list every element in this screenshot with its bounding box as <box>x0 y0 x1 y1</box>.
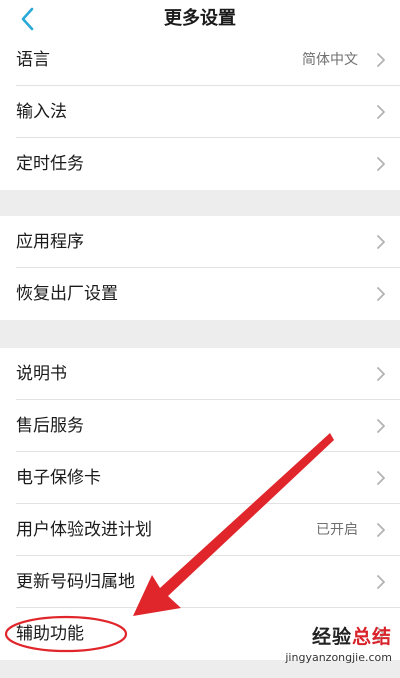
settings-item-label: 辅助功能 <box>16 624 84 644</box>
chevron-right-icon <box>377 575 385 589</box>
settings-item-input-method[interactable]: 输入法 <box>0 86 400 138</box>
watermark-text-b: 总结 <box>351 626 392 648</box>
title-bar: 更多设置 <box>0 0 400 38</box>
settings-group-system: 应用程序 恢复出厂设置 <box>0 216 400 320</box>
settings-item-scheduled-tasks[interactable]: 定时任务 <box>0 138 400 190</box>
chevron-right-icon <box>377 157 385 171</box>
settings-item-number-location[interactable]: 更新号码归属地 <box>0 556 400 608</box>
settings-item-label: 定时任务 <box>16 154 84 174</box>
watermark-title: 经验总结 <box>285 626 392 648</box>
settings-item-factory-reset[interactable]: 恢复出厂设置 <box>0 268 400 320</box>
settings-group-general: 语言 简体中文 输入法 定时任务 <box>0 34 400 190</box>
chevron-right-icon <box>377 235 385 249</box>
settings-item-label: 恢复出厂设置 <box>16 284 118 304</box>
chevron-right-icon <box>377 523 385 537</box>
settings-group-support: 说明书 售后服务 电子保修卡 用户体验改进计划 已开启 更新号码归属地 辅助功能 <box>0 348 400 660</box>
settings-item-label: 电子保修卡 <box>16 468 101 488</box>
settings-item-label: 语言 <box>16 50 50 70</box>
settings-item-label: 输入法 <box>16 102 67 122</box>
settings-item-after-sales[interactable]: 售后服务 <box>0 400 400 452</box>
settings-item-label: 说明书 <box>16 364 67 384</box>
settings-item-manual[interactable]: 说明书 <box>0 348 400 400</box>
settings-item-warranty-card[interactable]: 电子保修卡 <box>0 452 400 504</box>
chevron-right-icon <box>377 367 385 381</box>
chevron-right-icon <box>377 287 385 301</box>
watermark: 经验总结 jingyanzongjie.com <box>285 626 392 665</box>
settings-item-applications[interactable]: 应用程序 <box>0 216 400 268</box>
settings-item-label: 应用程序 <box>16 232 84 252</box>
settings-item-label: 售后服务 <box>16 416 84 436</box>
settings-item-language[interactable]: 语言 简体中文 <box>0 34 400 86</box>
watermark-text-a: 经验 <box>311 626 352 648</box>
settings-item-label: 用户体验改进计划 <box>16 520 152 540</box>
watermark-url: jingyanzongjie.com <box>285 651 392 664</box>
chevron-right-icon <box>377 419 385 433</box>
settings-item-label: 更新号码归属地 <box>16 572 135 592</box>
chevron-right-icon <box>377 471 385 485</box>
settings-item-status: 已开启 <box>316 522 358 538</box>
chevron-right-icon <box>377 53 385 67</box>
chevron-right-icon <box>377 105 385 119</box>
settings-item-ux-improvement[interactable]: 用户体验改进计划 已开启 <box>0 504 400 556</box>
page-title: 更多设置 <box>164 8 236 29</box>
settings-item-value: 简体中文 <box>302 52 358 68</box>
